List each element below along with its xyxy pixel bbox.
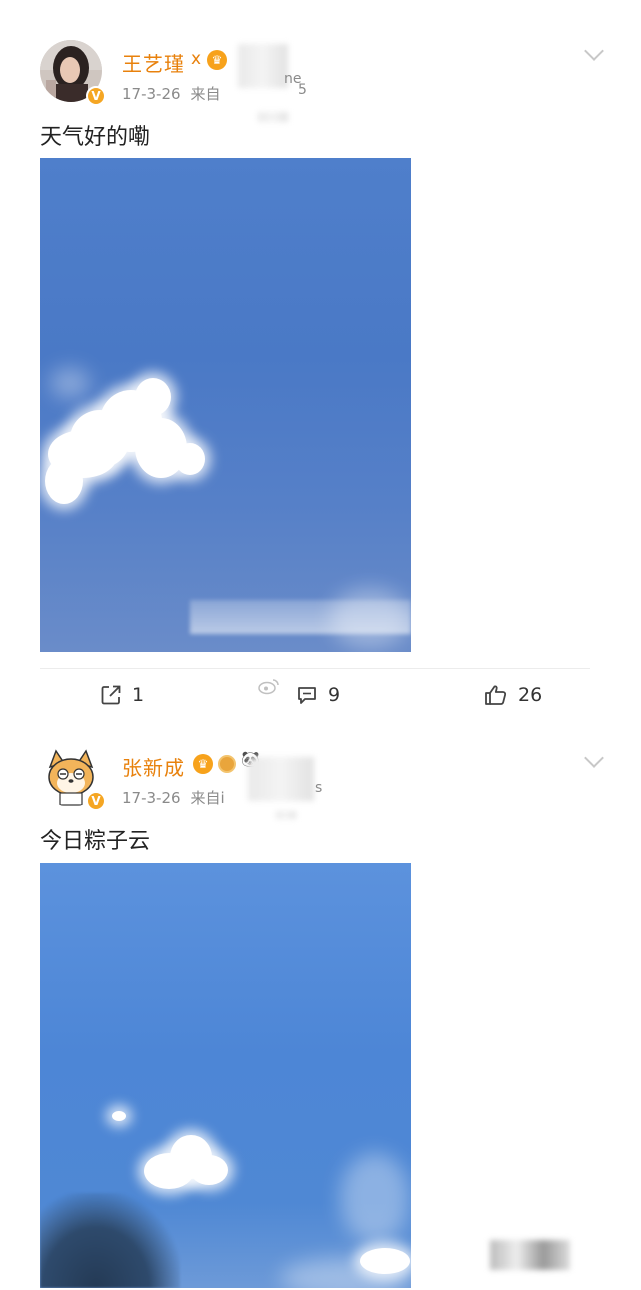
repost-button[interactable]: 1: [100, 684, 144, 706]
verified-badge: V: [86, 791, 106, 811]
repost-icon: [101, 685, 121, 705]
obscured-region: [490, 1240, 570, 1270]
chevron-down-icon[interactable]: [584, 41, 604, 61]
vip-crown-icon: ♛: [207, 50, 227, 70]
obscured-region: [238, 44, 288, 88]
post-meta: 17-3-26 来自: [122, 83, 231, 104]
like-button[interactable]: 26: [484, 684, 542, 706]
watermark: [258, 677, 284, 695]
source-fragment: s: [315, 780, 323, 796]
like-count: 26: [518, 684, 543, 706]
obscured-region: [248, 757, 314, 801]
post-text: 天气好的嘞: [40, 125, 151, 150]
avatar[interactable]: V: [40, 40, 106, 106]
post-date: 17-3-26: [122, 789, 181, 807]
post-source: 来自: [190, 85, 221, 103]
medal-icon: [218, 755, 236, 773]
comment-icon: [298, 687, 316, 704]
verified-badge: V: [86, 86, 106, 106]
obscured-region: [258, 112, 288, 122]
avatar[interactable]: V: [40, 745, 106, 811]
post-meta: 17-3-26 来自i: [122, 787, 235, 808]
source-fragment-2: 5: [298, 82, 307, 98]
post-text: 今日粽子云: [40, 829, 151, 854]
comment-button[interactable]: 9: [296, 684, 340, 706]
name-suffix: x: [191, 49, 202, 69]
weibo-post: V 张新成 ♛ 🐼 17-3-26来自i s 今日粽子云: [0, 735, 641, 1290]
comment-count: 9: [328, 684, 341, 706]
vip-crown-icon: ♛: [193, 754, 213, 774]
divider: [40, 668, 590, 669]
chevron-down-icon[interactable]: [584, 748, 604, 768]
post-image[interactable]: [40, 158, 411, 652]
username[interactable]: 王艺瑾: [122, 48, 185, 77]
obscured-region: [276, 811, 296, 819]
post-source: 来自i: [190, 789, 225, 807]
weibo-post: V 王艺瑾 x ♛ 17-3-26 来自 ne 5 天气好的嘞 1 9 26: [0, 0, 641, 720]
post-date: 17-3-26: [122, 85, 181, 103]
repost-count: 1: [132, 684, 145, 706]
username[interactable]: 张新成: [122, 752, 185, 781]
weibo-logo-icon: [258, 679, 279, 695]
post-image[interactable]: [40, 863, 411, 1288]
thumbs-up-icon: [485, 685, 507, 705]
